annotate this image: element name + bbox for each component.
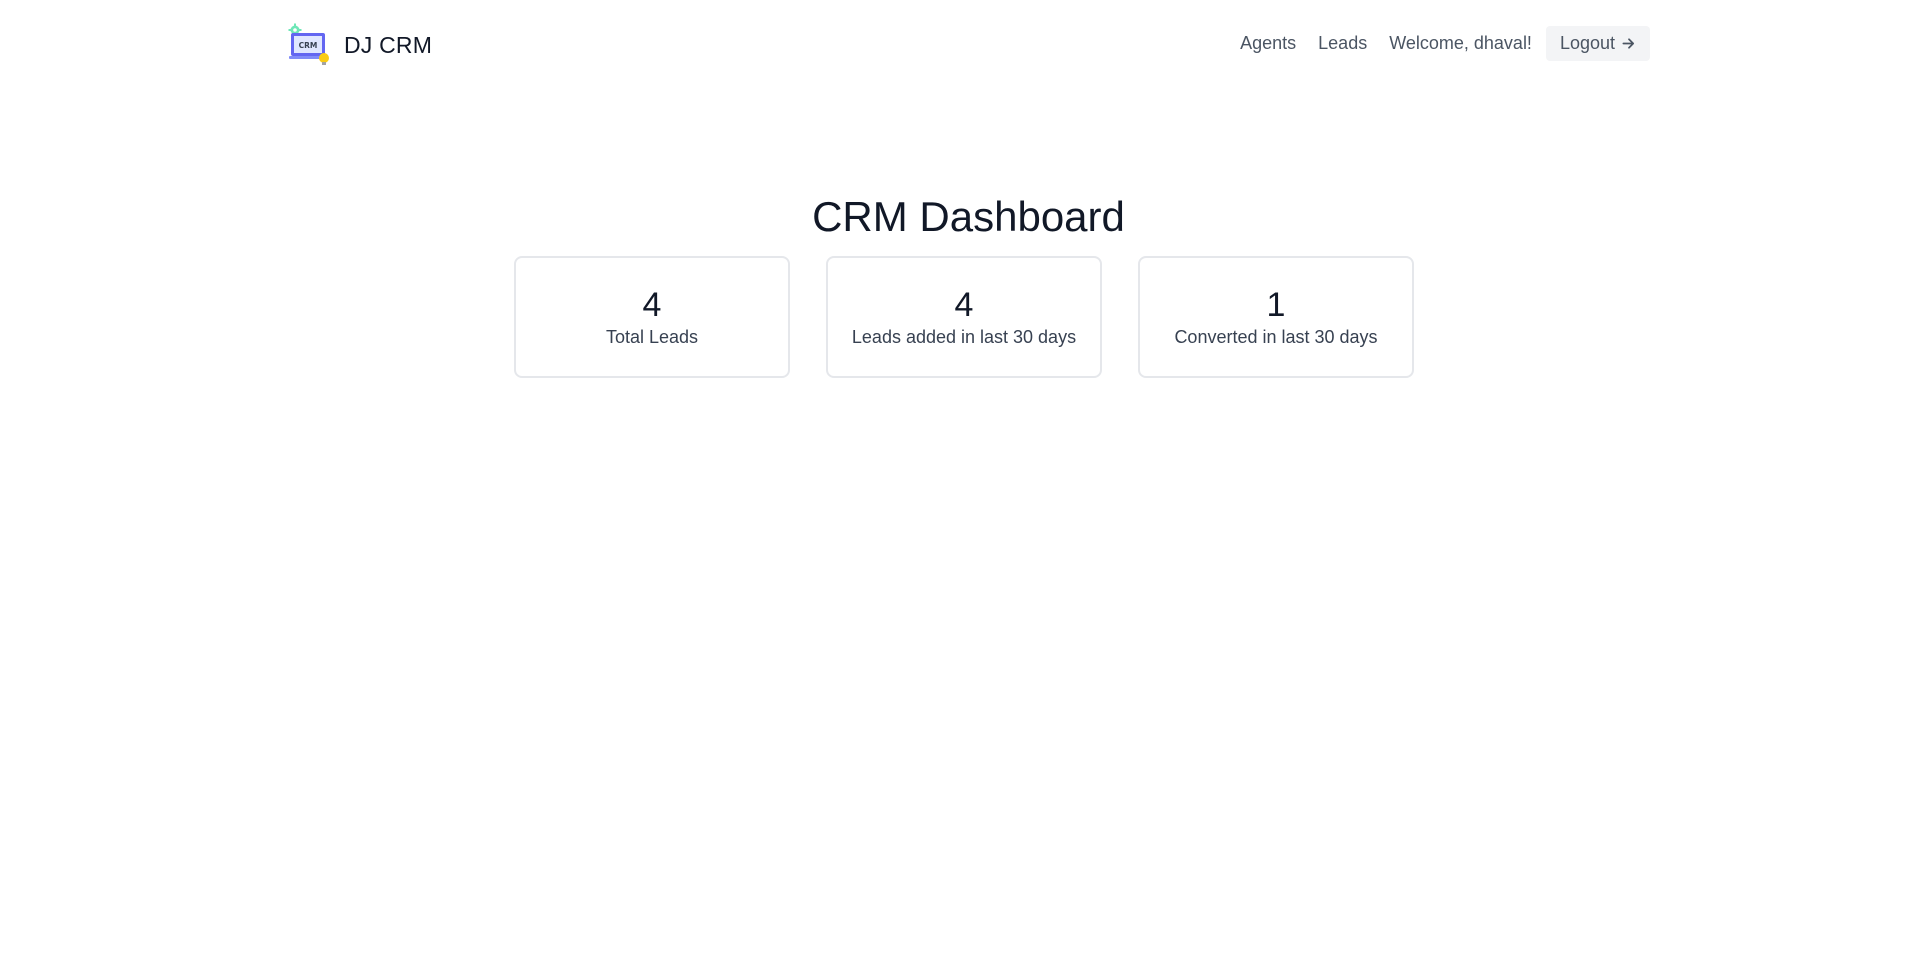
stat-label: Converted in last 30 days [1174,326,1378,347]
stat-card-converted: 1 Converted in last 30 days [1138,256,1414,378]
brand-link[interactable]: CRM DJ CRM [286,22,432,68]
stat-value: 1 [1266,285,1286,324]
logout-label: Logout [1559,33,1615,53]
nav-link-agents[interactable]: Agents [1240,33,1296,54]
stat-value: 4 [954,285,974,324]
brand-name: DJ CRM [344,31,433,58]
nav-menu: Agents Leads Welcome, dhaval! Logout [1240,26,1650,61]
stat-card-leads-added: 4 Leads added in last 30 days [826,256,1102,378]
stats-row: 4 Total Leads 4 Leads added in last 30 d… [514,256,1414,378]
top-navbar: CRM DJ CRM Agents Leads Welcome, dhaval!… [0,0,1919,90]
logout-button[interactable]: Logout [1545,26,1650,61]
stat-label: Total Leads [605,326,699,347]
stat-value: 4 [642,285,662,324]
nav-link-leads[interactable]: Leads [1318,33,1367,54]
welcome-message: Welcome, dhaval! [1389,33,1532,53]
crm-logo-icon: CRM [288,23,329,65]
stat-card-total-leads: 4 Total Leads [514,256,790,378]
stat-label: Leads added in last 30 days [851,326,1077,347]
arrow-right-icon [1622,38,1635,49]
logo-text: CRM [299,41,318,50]
page-title: CRM Dashboard [812,193,1125,240]
